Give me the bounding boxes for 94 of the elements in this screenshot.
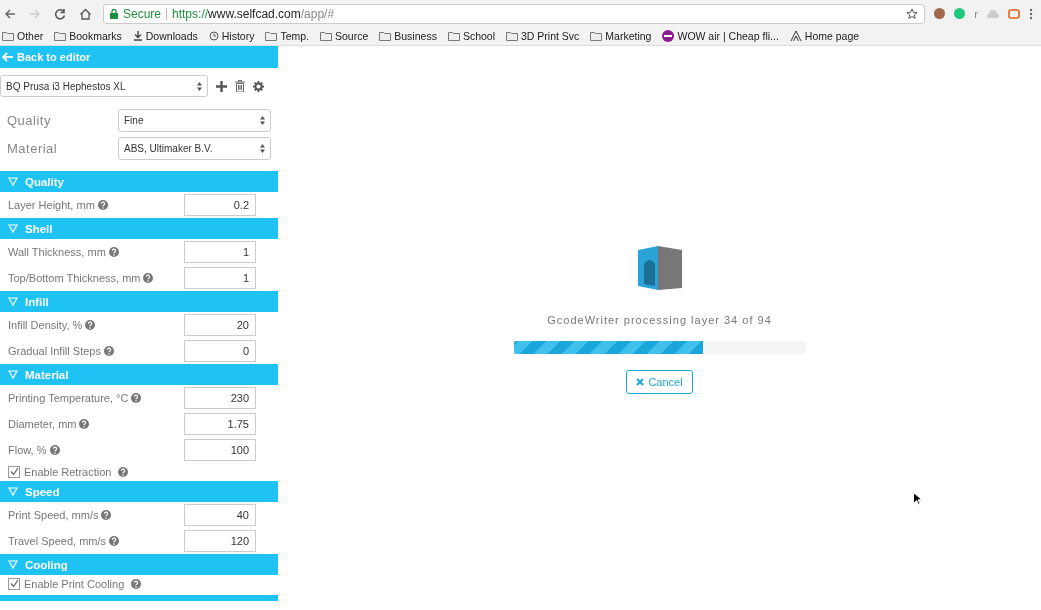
printer-select[interactable]: BQ Prusa i3 Hephestos XL (0, 75, 208, 97)
setting-label: Flow, % (8, 444, 47, 456)
setting-label: Layer Height, mm (8, 199, 95, 211)
triangle-icon (8, 177, 18, 186)
bookmark[interactable]: History (208, 30, 255, 42)
help-icon[interactable] (109, 536, 119, 546)
folder-icon (54, 31, 67, 41)
help-icon[interactable] (118, 466, 129, 477)
bookmark[interactable]: Marketing (590, 30, 652, 42)
trash-icon[interactable] (235, 80, 245, 92)
download-icon (132, 31, 143, 41)
caret-icon (197, 81, 202, 91)
cursor-icon (913, 492, 922, 505)
checkbox-label: Enable Retraction (24, 465, 112, 478)
setting-label: Wall Thickness, mm (8, 246, 106, 258)
bookmark[interactable]: WOW air | Cheap fli... (662, 30, 779, 42)
help-icon[interactable] (143, 273, 154, 283)
bookmark[interactable]: Source (320, 30, 369, 42)
number-input[interactable]: 0 (184, 340, 256, 362)
secure-label: Secure (123, 6, 162, 21)
help-icon[interactable] (97, 200, 108, 210)
number-input[interactable]: 1.75 (184, 413, 256, 435)
close-icon (636, 378, 645, 386)
checkbox-label: Enable Print Cooling (24, 577, 125, 590)
bookmark[interactable]: 3D Print Svc (506, 30, 580, 42)
bookmark[interactable]: School (447, 30, 495, 42)
clock-icon (208, 31, 219, 41)
bookmark[interactable]: Business (379, 30, 437, 42)
material-select[interactable]: ABS, Ultimaker B.V. (118, 137, 271, 160)
caret-icon (260, 144, 265, 153)
number-input[interactable]: 40 (184, 504, 256, 526)
number-input[interactable]: 1 (184, 267, 256, 289)
progress-message: GcodeWriter processing layer 34 of 94 (547, 314, 772, 326)
help-icon[interactable] (103, 346, 114, 356)
bookmark[interactable]: Temp. (265, 30, 309, 42)
help-icon[interactable] (101, 510, 112, 520)
setting-label: Travel Speed, mm/s (8, 535, 106, 547)
site-icon (662, 30, 675, 42)
bookmark[interactable]: Bookmarks (54, 30, 122, 42)
checkbox[interactable] (8, 465, 20, 478)
page-icon (789, 31, 802, 41)
triangle-icon (8, 370, 18, 379)
triangle-icon (8, 487, 18, 496)
help-icon[interactable] (79, 419, 90, 429)
setting-label: Print Speed, mm/s (8, 509, 99, 521)
check-icon (9, 579, 19, 588)
url-text: https://www.selfcad.com/app/# (172, 6, 336, 21)
help-icon[interactable] (108, 247, 119, 257)
triangle-icon (8, 224, 18, 233)
bookmark[interactable]: Other (2, 30, 44, 42)
menu-icon[interactable] (1029, 7, 1033, 20)
add-icon[interactable] (216, 80, 227, 92)
lock-icon (110, 8, 118, 19)
setting-label: Printing Temperature, °C (8, 392, 129, 404)
home-icon[interactable] (79, 7, 92, 20)
help-icon[interactable] (85, 320, 96, 330)
quality-label: Quality (7, 113, 51, 128)
number-input[interactable]: 100 (184, 439, 256, 461)
bookmark[interactable]: Downloads (132, 30, 198, 42)
number-input[interactable]: 230 (184, 387, 256, 409)
number-input[interactable]: 0.2 (184, 194, 256, 216)
help-icon[interactable] (49, 445, 60, 455)
quality-select[interactable]: Fine (118, 109, 271, 132)
checkbox[interactable] (8, 577, 20, 590)
setting-label: Top/Bottom Thickness, mm (8, 272, 141, 284)
folder-icon (590, 31, 603, 41)
caret-icon (260, 116, 265, 125)
setting-label: Infill Density, % (8, 319, 83, 331)
folder-icon (320, 31, 332, 41)
address-bar[interactable]: Secure https://www.selfcad.com/app/# (103, 3, 926, 24)
number-input[interactable]: 120 (184, 530, 256, 552)
help-icon[interactable] (131, 578, 142, 589)
folder-icon (506, 31, 518, 41)
folder-icon (379, 31, 392, 41)
bookmark[interactable]: Home page (789, 30, 860, 42)
folder-icon (265, 31, 278, 41)
help-icon[interactable] (131, 393, 142, 403)
back-arrow-icon (2, 52, 14, 62)
check-icon (9, 467, 19, 476)
star-icon[interactable] (906, 7, 919, 20)
setting-label: Gradual Infill Steps (8, 345, 101, 357)
number-input[interactable]: 20 (184, 314, 256, 336)
number-input[interactable]: 1 (184, 241, 256, 263)
setting-label: Diameter, mm (8, 418, 77, 430)
material-label: Material (7, 141, 58, 156)
triangle-icon (8, 560, 18, 569)
triangle-icon (8, 297, 18, 306)
settings-icon[interactable] (253, 80, 264, 92)
avatar-icon[interactable] (934, 8, 946, 19)
folder-icon (447, 31, 460, 41)
cast-icon[interactable] (1008, 8, 1020, 19)
back-icon[interactable] (4, 7, 16, 20)
reload-icon[interactable] (54, 7, 66, 20)
cube-logo-icon (635, 244, 684, 292)
